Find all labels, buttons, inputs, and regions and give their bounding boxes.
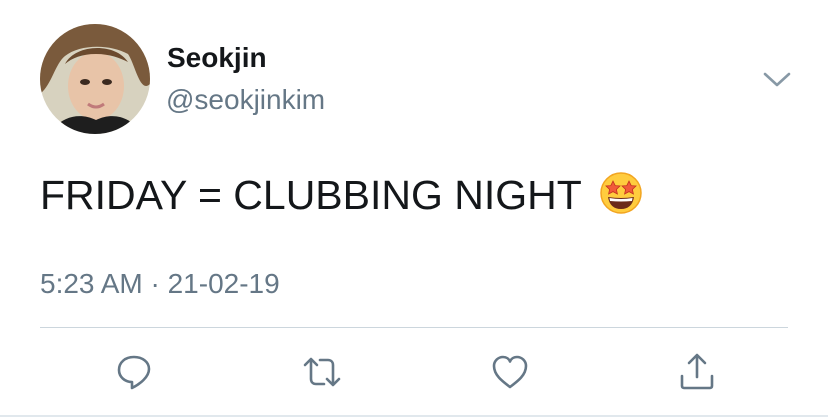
user-handle[interactable]: @seokjinkim [166, 82, 325, 118]
reply-button[interactable] [114, 352, 154, 392]
avatar[interactable] [40, 24, 150, 134]
share-button[interactable] [677, 352, 717, 392]
tweet-text-container: FRIDAY = CLUBBING NIGHT [40, 170, 643, 220]
divider [40, 327, 788, 328]
retweet-icon [303, 357, 341, 387]
retweet-button[interactable] [302, 352, 342, 392]
display-name[interactable]: Seokjin [167, 40, 267, 76]
chevron-down-icon[interactable] [762, 66, 792, 92]
tweet-card: Seokjin @seokjinkim FRIDAY = CLUBBING NI… [0, 0, 828, 417]
share-icon [680, 353, 714, 390]
star-struck-emoji [599, 171, 643, 215]
tweet-text: FRIDAY = CLUBBING NIGHT [40, 172, 582, 218]
tweet-timestamp[interactable]: 5:23 AM · 21-02-19 [40, 266, 280, 302]
like-button[interactable] [490, 352, 530, 392]
reply-icon [117, 355, 151, 390]
heart-icon [492, 355, 528, 389]
